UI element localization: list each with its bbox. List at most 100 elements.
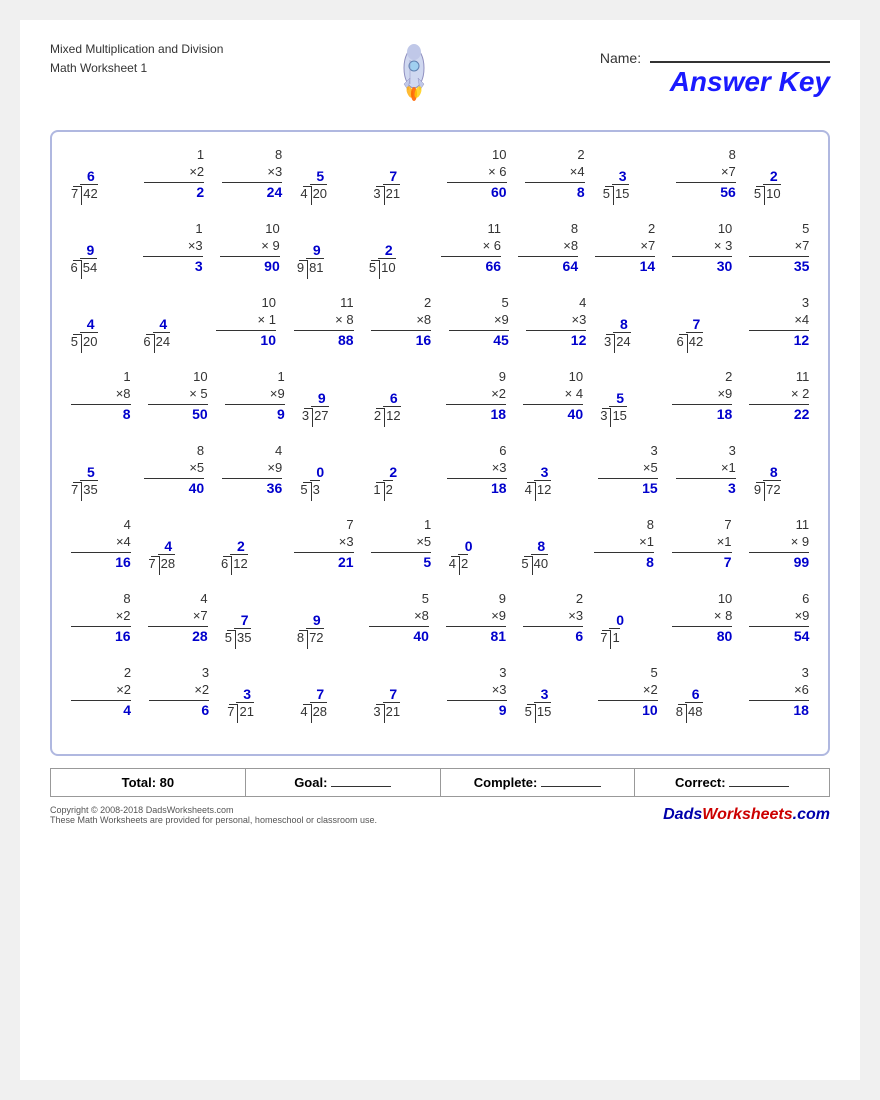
answer: 80 bbox=[672, 627, 732, 645]
top-number: 1 bbox=[424, 517, 431, 534]
top-number: 5 bbox=[422, 591, 429, 608]
answer: 28 bbox=[148, 627, 208, 645]
op-number: ×2 bbox=[144, 164, 204, 183]
divisor: 4 bbox=[525, 482, 534, 497]
top-number: 10 bbox=[262, 295, 276, 312]
op-number: × 1 bbox=[216, 312, 276, 331]
div-problem: 2 5 10 bbox=[369, 242, 424, 275]
op-number: ×3 bbox=[526, 312, 586, 331]
dividend: 21 bbox=[236, 702, 253, 719]
answer: 5 bbox=[371, 553, 431, 571]
dividend: 12 bbox=[383, 406, 400, 423]
problem-row-4: 5 7 35 8 ×5 40 4 ×9 36 0 5 3 2 bbox=[62, 443, 818, 497]
mul-problem: 7 ×3 21 bbox=[294, 517, 354, 571]
mul-problem: 2 ×4 8 bbox=[525, 147, 585, 201]
answer-key-label: Answer Key bbox=[600, 66, 830, 98]
mul-problem: 3 ×1 3 bbox=[676, 443, 736, 497]
mul-problem: 11 × 8 88 bbox=[294, 295, 354, 349]
div-bottom-row: 4 20 bbox=[300, 184, 327, 201]
problem-row-0: 6 7 42 1 ×2 2 8 ×3 24 5 4 20 7 bbox=[62, 147, 818, 201]
divisor: 1 bbox=[373, 482, 382, 497]
op-number: ×5 bbox=[598, 460, 658, 479]
quotient: 3 bbox=[227, 686, 251, 702]
div-bottom-row: 9 81 bbox=[297, 258, 324, 275]
div-bottom-row: 7 42 bbox=[71, 184, 98, 201]
div-problem: 4 7 28 bbox=[148, 538, 203, 571]
divisor: 8 bbox=[676, 704, 685, 719]
quotient: 4 bbox=[71, 316, 95, 332]
answer: 2 bbox=[144, 183, 204, 201]
op-number: ×9 bbox=[449, 312, 509, 331]
div-bottom-row: 3 27 bbox=[302, 406, 329, 423]
div-bottom-row: 3 15 bbox=[600, 406, 627, 423]
divisor: 3 bbox=[373, 704, 382, 719]
top-number: 1 bbox=[197, 147, 204, 164]
div-problem: 0 5 3 bbox=[300, 464, 355, 497]
mul-problem: 8 ×5 40 bbox=[144, 443, 204, 497]
op-number: ×2 bbox=[71, 608, 131, 627]
quotient: 6 bbox=[676, 686, 700, 702]
mul-problem: 2 ×3 6 bbox=[523, 591, 583, 645]
div-problem: 5 3 15 bbox=[600, 390, 655, 423]
top-number: 5 bbox=[650, 665, 657, 682]
op-number: ×8 bbox=[71, 386, 131, 405]
div-bottom-row: 1 2 bbox=[373, 480, 392, 497]
top-number: 6 bbox=[499, 443, 506, 460]
divisor: 6 bbox=[677, 334, 686, 349]
op-number: × 8 bbox=[672, 608, 732, 627]
top-number: 2 bbox=[577, 147, 584, 164]
top-number: 8 bbox=[123, 591, 130, 608]
dividend: 21 bbox=[383, 184, 400, 201]
mul-problem: 10 × 1 10 bbox=[216, 295, 276, 349]
header-right: Name: Answer Key bbox=[600, 40, 830, 98]
div-problem: 8 5 40 bbox=[521, 538, 576, 571]
div-bottom-row: 6 24 bbox=[143, 332, 170, 349]
mul-problem: 3 ×6 18 bbox=[749, 665, 809, 719]
dividend: 15 bbox=[609, 406, 626, 423]
op-number: ×5 bbox=[371, 534, 431, 553]
div-bottom-row: 5 35 bbox=[225, 628, 252, 645]
dads-logo: DadsWorksheets.com bbox=[663, 806, 830, 824]
div-bottom-row: 8 48 bbox=[676, 702, 703, 719]
div-bottom-row: 2 12 bbox=[374, 406, 401, 423]
quotient: 3 bbox=[525, 686, 549, 702]
correct-cell: Correct: bbox=[635, 769, 829, 796]
div-bottom-row: 5 10 bbox=[369, 258, 396, 275]
problem-row-1: 9 6 54 1 ×3 3 10 × 9 90 9 9 81 2 bbox=[62, 221, 818, 275]
dividend: 72 bbox=[763, 480, 780, 497]
op-number: × 9 bbox=[220, 238, 280, 257]
answer: 15 bbox=[598, 479, 658, 497]
div-problem: 2 6 12 bbox=[221, 538, 276, 571]
mul-problem: 1 ×8 8 bbox=[71, 369, 131, 423]
quotient: 2 bbox=[221, 538, 245, 554]
answer: 16 bbox=[371, 331, 431, 349]
dividend: 21 bbox=[383, 702, 400, 719]
div-problem: 3 5 15 bbox=[603, 168, 658, 201]
mul-problem: 8 ×1 8 bbox=[594, 517, 654, 571]
answer: 35 bbox=[749, 257, 809, 275]
op-number: ×8 bbox=[518, 238, 578, 257]
div-problem: 9 6 54 bbox=[71, 242, 126, 275]
quotient: 7 bbox=[225, 612, 249, 628]
divisor: 7 bbox=[71, 186, 80, 201]
op-number: ×2 bbox=[446, 386, 506, 405]
op-number: × 8 bbox=[294, 312, 354, 331]
div-problem: 0 7 1 bbox=[600, 612, 655, 645]
mul-problem: 2 ×2 4 bbox=[71, 665, 131, 719]
op-number: ×2 bbox=[598, 682, 658, 701]
dividend: 28 bbox=[310, 702, 327, 719]
mul-problem: 8 ×8 64 bbox=[518, 221, 578, 275]
top-number: 4 bbox=[275, 443, 282, 460]
quotient: 4 bbox=[148, 538, 172, 554]
mul-problem: 1 ×2 2 bbox=[144, 147, 204, 201]
div-bottom-row: 5 40 bbox=[521, 554, 548, 571]
top-number: 2 bbox=[424, 295, 431, 312]
divisor: 7 bbox=[148, 556, 157, 571]
mul-problem: 10 × 4 40 bbox=[523, 369, 583, 423]
divisor: 5 bbox=[754, 186, 763, 201]
op-number: ×9 bbox=[749, 608, 809, 627]
op-number: × 9 bbox=[749, 534, 809, 553]
top-number: 10 bbox=[265, 221, 279, 238]
op-number: ×7 bbox=[749, 238, 809, 257]
mul-problem: 4 ×7 28 bbox=[148, 591, 208, 645]
